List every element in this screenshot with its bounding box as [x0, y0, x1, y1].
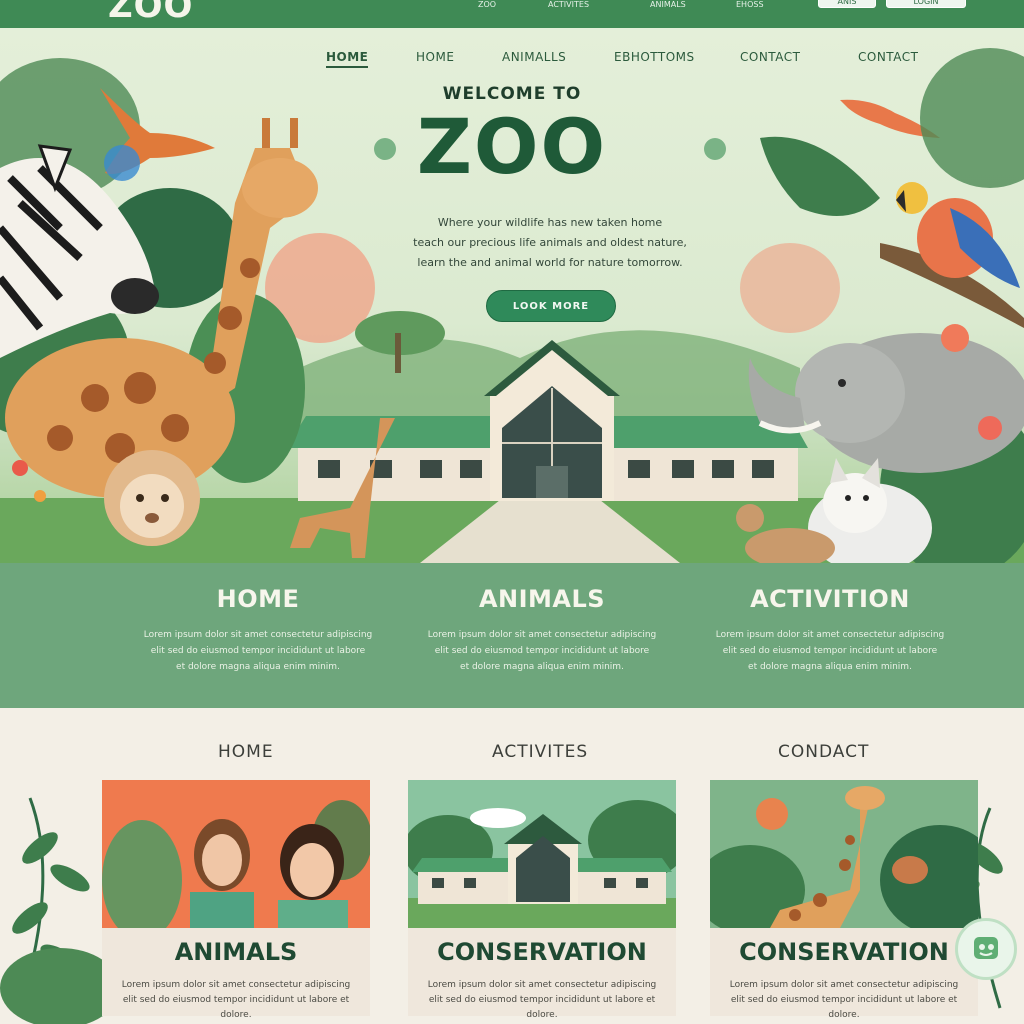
- topbar-link[interactable]: EHOSS: [736, 0, 764, 9]
- feature-title: HOME: [216, 585, 300, 613]
- feature-text: Lorem ipsum dolor sit amet consectetur a…: [715, 630, 945, 672]
- site-logo[interactable]: ZOO: [108, 0, 193, 26]
- feature-title: ACTIVITION: [750, 585, 910, 613]
- section-label-home[interactable]: HOME: [218, 742, 274, 762]
- card-image-building: [408, 780, 676, 928]
- topbar-button[interactable]: ANIS: [818, 0, 876, 8]
- card-title: CONSERVATION: [437, 938, 647, 966]
- topbar-link[interactable]: ZOO: [478, 0, 496, 9]
- hero-tagline-line: Where your wildlife has new taken home: [437, 216, 663, 229]
- nav-contact[interactable]: CONTACT: [740, 50, 800, 64]
- hero-banner: HOME HOME ANIMALLS EBHOTTOMS CONTACT CON…: [0, 28, 1024, 563]
- section-label-activities[interactable]: ACTIVITES: [492, 742, 588, 762]
- login-button[interactable]: LOGIN: [886, 0, 966, 8]
- card-title: ANIMALS: [174, 938, 298, 966]
- section-label-contact[interactable]: CONDACT: [778, 742, 869, 762]
- card-text: Lorem ipsum dolor sit amet consectetur a…: [121, 980, 351, 1020]
- top-bar: ZOO ZOO ACTIVITES ANIMALS EHOSS ANIS LOG…: [0, 0, 1024, 28]
- feature-text: Lorem ipsum dolor sit amet consectetur a…: [143, 630, 373, 672]
- topbar-link[interactable]: ANIMALS: [650, 0, 686, 9]
- feature-home[interactable]: HOME Lorem ipsum dolor sit amet consecte…: [108, 585, 408, 675]
- hero-tagline-line: learn the and animal world for nature to…: [417, 256, 683, 269]
- feature-strip: HOME Lorem ipsum dolor sit amet consecte…: [0, 563, 1024, 708]
- help-chat-icon: [974, 937, 998, 959]
- nav-home-active[interactable]: HOME: [326, 50, 369, 68]
- page-title: ZOO: [416, 102, 608, 191]
- lion-cub-illustration: [104, 450, 200, 546]
- nav-contact-secondary[interactable]: CONTACT: [858, 50, 918, 64]
- card-conservation[interactable]: CONSERVATION Lorem ipsum dolor sit amet …: [408, 780, 676, 1020]
- hero-tagline-line: teach our precious life animals and olde…: [413, 236, 687, 249]
- card-title: CONSERVATION: [739, 938, 949, 966]
- card-text: Lorem ipsum dolor sit amet consectetur a…: [729, 980, 959, 1020]
- parrot-icon: [880, 182, 1024, 328]
- card-image-children: [102, 780, 370, 928]
- card-image-giraffe: [710, 780, 978, 928]
- topbar-link[interactable]: ACTIVITES: [548, 0, 589, 9]
- nav-exhibitions[interactable]: EBHOTTOMS: [614, 50, 695, 64]
- feature-activities[interactable]: ACTIVITION Lorem ipsum dolor sit amet co…: [680, 585, 980, 675]
- feature-title: ANIMALS: [478, 585, 606, 613]
- card-conservation-2[interactable]: CONSERVATION Lorem ipsum dolor sit amet …: [710, 780, 978, 1020]
- feature-animals[interactable]: ANIMALS Lorem ipsum dolor sit amet conse…: [392, 585, 692, 675]
- nav-home[interactable]: HOME: [416, 50, 454, 64]
- cards-section: HOME ACTIVITES CONDACT ANIMALS Lorem ips…: [0, 708, 1024, 1024]
- help-chat-button[interactable]: [955, 918, 1017, 980]
- look-more-button[interactable]: LOOK MORE: [486, 290, 616, 322]
- card-text: Lorem ipsum dolor sit amet consectetur a…: [427, 980, 657, 1020]
- nav-animals[interactable]: ANIMALLS: [502, 50, 566, 64]
- welcome-heading: WELCOME TO: [442, 84, 582, 104]
- card-animals[interactable]: ANIMALS Lorem ipsum dolor sit amet conse…: [102, 780, 370, 1020]
- feature-text: Lorem ipsum dolor sit amet consectetur a…: [427, 630, 657, 672]
- sun-right: [740, 243, 840, 333]
